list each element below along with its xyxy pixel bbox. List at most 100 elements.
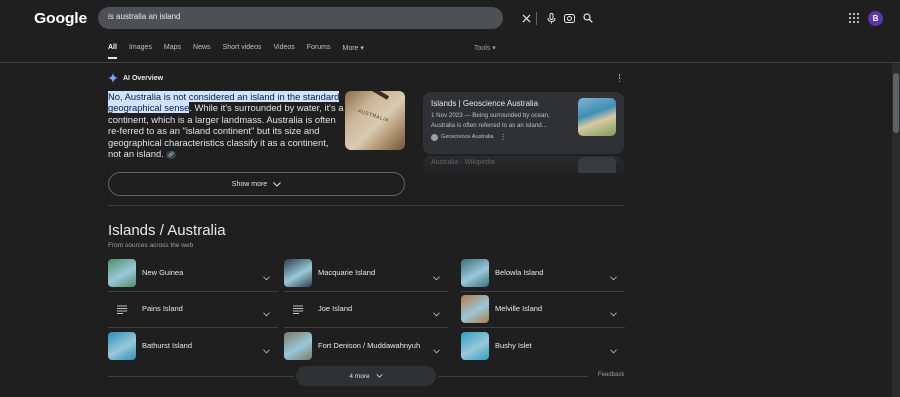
tab-more-label: More	[342, 45, 359, 52]
gemini-sparkle-icon	[108, 73, 118, 83]
source-title-faded[interactable]: Australia - Wikipedia	[431, 159, 495, 166]
tab-maps[interactable]: Maps	[164, 44, 181, 59]
tab-news[interactable]: News	[193, 44, 211, 59]
island-thumbnail	[284, 332, 312, 360]
ai-overview-title: AI Overview	[123, 74, 164, 82]
island-name: Bathurst Island	[142, 341, 193, 350]
island-thumbnail	[461, 259, 489, 287]
tab-all[interactable]: All	[108, 44, 117, 59]
show-more-label: Show more	[231, 180, 268, 188]
header-divider	[0, 62, 900, 63]
row-divider	[108, 327, 278, 328]
map-pin-decoration	[348, 91, 390, 100]
tab-images[interactable]: Images	[129, 44, 152, 59]
source-card-faded[interactable]: Australia - Wikipedia	[423, 156, 624, 178]
chevron-down-icon	[273, 181, 282, 187]
island-name: Bushy Islet	[495, 341, 532, 350]
island-item[interactable]: Pains Island	[108, 295, 270, 325]
source-site-name: Geoscience Australia	[441, 134, 494, 140]
island-name: Melville Island	[495, 304, 543, 313]
tab-forums[interactable]: Forums	[307, 44, 331, 59]
section-divider	[108, 205, 625, 206]
feedback-link[interactable]: Feedback	[598, 372, 624, 378]
avatar[interactable]: B	[868, 11, 883, 26]
tools-button[interactable]: Tools ▾	[474, 44, 496, 52]
island-thumbnail	[461, 295, 489, 323]
row-divider	[108, 291, 278, 292]
islands-section-subtitle: From sources across the web	[108, 242, 194, 249]
island-thumbnail	[461, 332, 489, 360]
tab-videos[interactable]: Videos	[273, 44, 294, 59]
island-name: Pains Island	[142, 304, 183, 313]
map-label: AUSTRALIA	[356, 108, 390, 124]
island-item[interactable]: Bushy Islet	[461, 332, 617, 362]
row-divider	[284, 327, 448, 328]
search-divider	[536, 12, 537, 25]
more-vert-icon[interactable]: ⋮	[500, 133, 507, 141]
island-thumbnail	[284, 259, 312, 287]
island-item[interactable]: Melville Island	[461, 295, 617, 325]
camera-lens-icon[interactable]	[562, 11, 576, 25]
source-site: Geoscience Australia ⋮	[431, 133, 507, 141]
island-item[interactable]: Joe Island	[284, 295, 440, 325]
search-box[interactable]: is australia an island	[98, 7, 593, 29]
source-snippet: 1 Nov 2023 — Being surrounded by ocean, …	[431, 112, 550, 129]
scrollbar-thumb[interactable]	[893, 73, 899, 133]
search-icon[interactable]	[581, 11, 595, 25]
island-name: Belowla Island	[495, 268, 544, 277]
chevron-down-icon[interactable]	[610, 268, 617, 286]
island-name: Joe Island	[318, 304, 353, 313]
article-icon	[284, 295, 312, 323]
caret-down-icon: ▾	[492, 45, 496, 52]
chevron-down-icon[interactable]	[263, 268, 270, 286]
tab-short-videos[interactable]: Short videos	[223, 44, 262, 59]
row-divider	[284, 291, 448, 292]
tab-more[interactable]: More ▾	[343, 44, 364, 59]
source-card[interactable]: Islands | Geoscience Australia 1 Nov 202…	[423, 92, 624, 154]
chevron-down-icon[interactable]	[610, 341, 617, 359]
chevron-down-icon[interactable]	[433, 268, 440, 286]
microphone-icon[interactable]	[544, 11, 558, 25]
search-input[interactable]: is australia an island	[108, 12, 180, 21]
ai-overview-header: AI Overview	[108, 73, 163, 83]
clear-icon[interactable]	[519, 11, 533, 25]
chevron-down-icon[interactable]	[433, 304, 440, 322]
australia-map-image[interactable]: AUSTRALIA	[345, 91, 405, 150]
bottom-divider-right	[438, 376, 588, 377]
chevron-down-icon	[376, 374, 383, 378]
island-name: New Guinea	[142, 268, 184, 277]
island-item[interactable]: Belowla Island	[461, 259, 617, 289]
source-title[interactable]: Islands | Geoscience Australia	[431, 99, 538, 108]
chevron-down-icon[interactable]	[263, 341, 270, 359]
more-islands-button[interactable]: 4 more	[296, 366, 436, 386]
island-item[interactable]: New Guinea	[108, 259, 270, 289]
ai-overview-answer: No, Australia is not considered an islan…	[108, 91, 344, 159]
island-item[interactable]: Macquarie Island	[284, 259, 440, 289]
more-islands-label: 4 more	[349, 372, 370, 380]
article-icon	[108, 295, 136, 323]
island-thumbnail	[108, 259, 136, 287]
island-name: Fort Denison / Muddawahnyuh	[318, 341, 421, 350]
source-image-faded	[578, 157, 616, 173]
page-scrollbar[interactable]	[892, 63, 900, 397]
caret-down-icon: ▾	[360, 45, 364, 52]
source-beach-image	[578, 98, 616, 136]
row-divider	[461, 291, 625, 292]
island-item[interactable]: Bathurst Island	[108, 332, 270, 362]
island-thumbnail	[108, 332, 136, 360]
chevron-down-icon[interactable]	[433, 341, 440, 359]
show-more-button[interactable]: Show more	[108, 172, 405, 196]
link-icon[interactable]: 🔗	[166, 150, 177, 159]
island-name: Macquarie Island	[318, 268, 376, 277]
island-item[interactable]: Fort Denison / Muddawahnyuh	[284, 332, 440, 362]
chevron-down-icon[interactable]	[263, 304, 270, 322]
search-tabs: All Images Maps News Short videos Videos…	[108, 44, 376, 59]
row-divider	[461, 327, 625, 328]
islands-section-title: Islands / Australia	[108, 222, 226, 239]
google-logo[interactable]: Google	[34, 10, 87, 27]
site-favicon-icon	[431, 133, 438, 141]
more-options-icon[interactable]	[617, 74, 622, 82]
chevron-down-icon[interactable]	[610, 304, 617, 322]
apps-grid-icon[interactable]	[849, 13, 859, 23]
tools-label: Tools	[474, 45, 491, 52]
